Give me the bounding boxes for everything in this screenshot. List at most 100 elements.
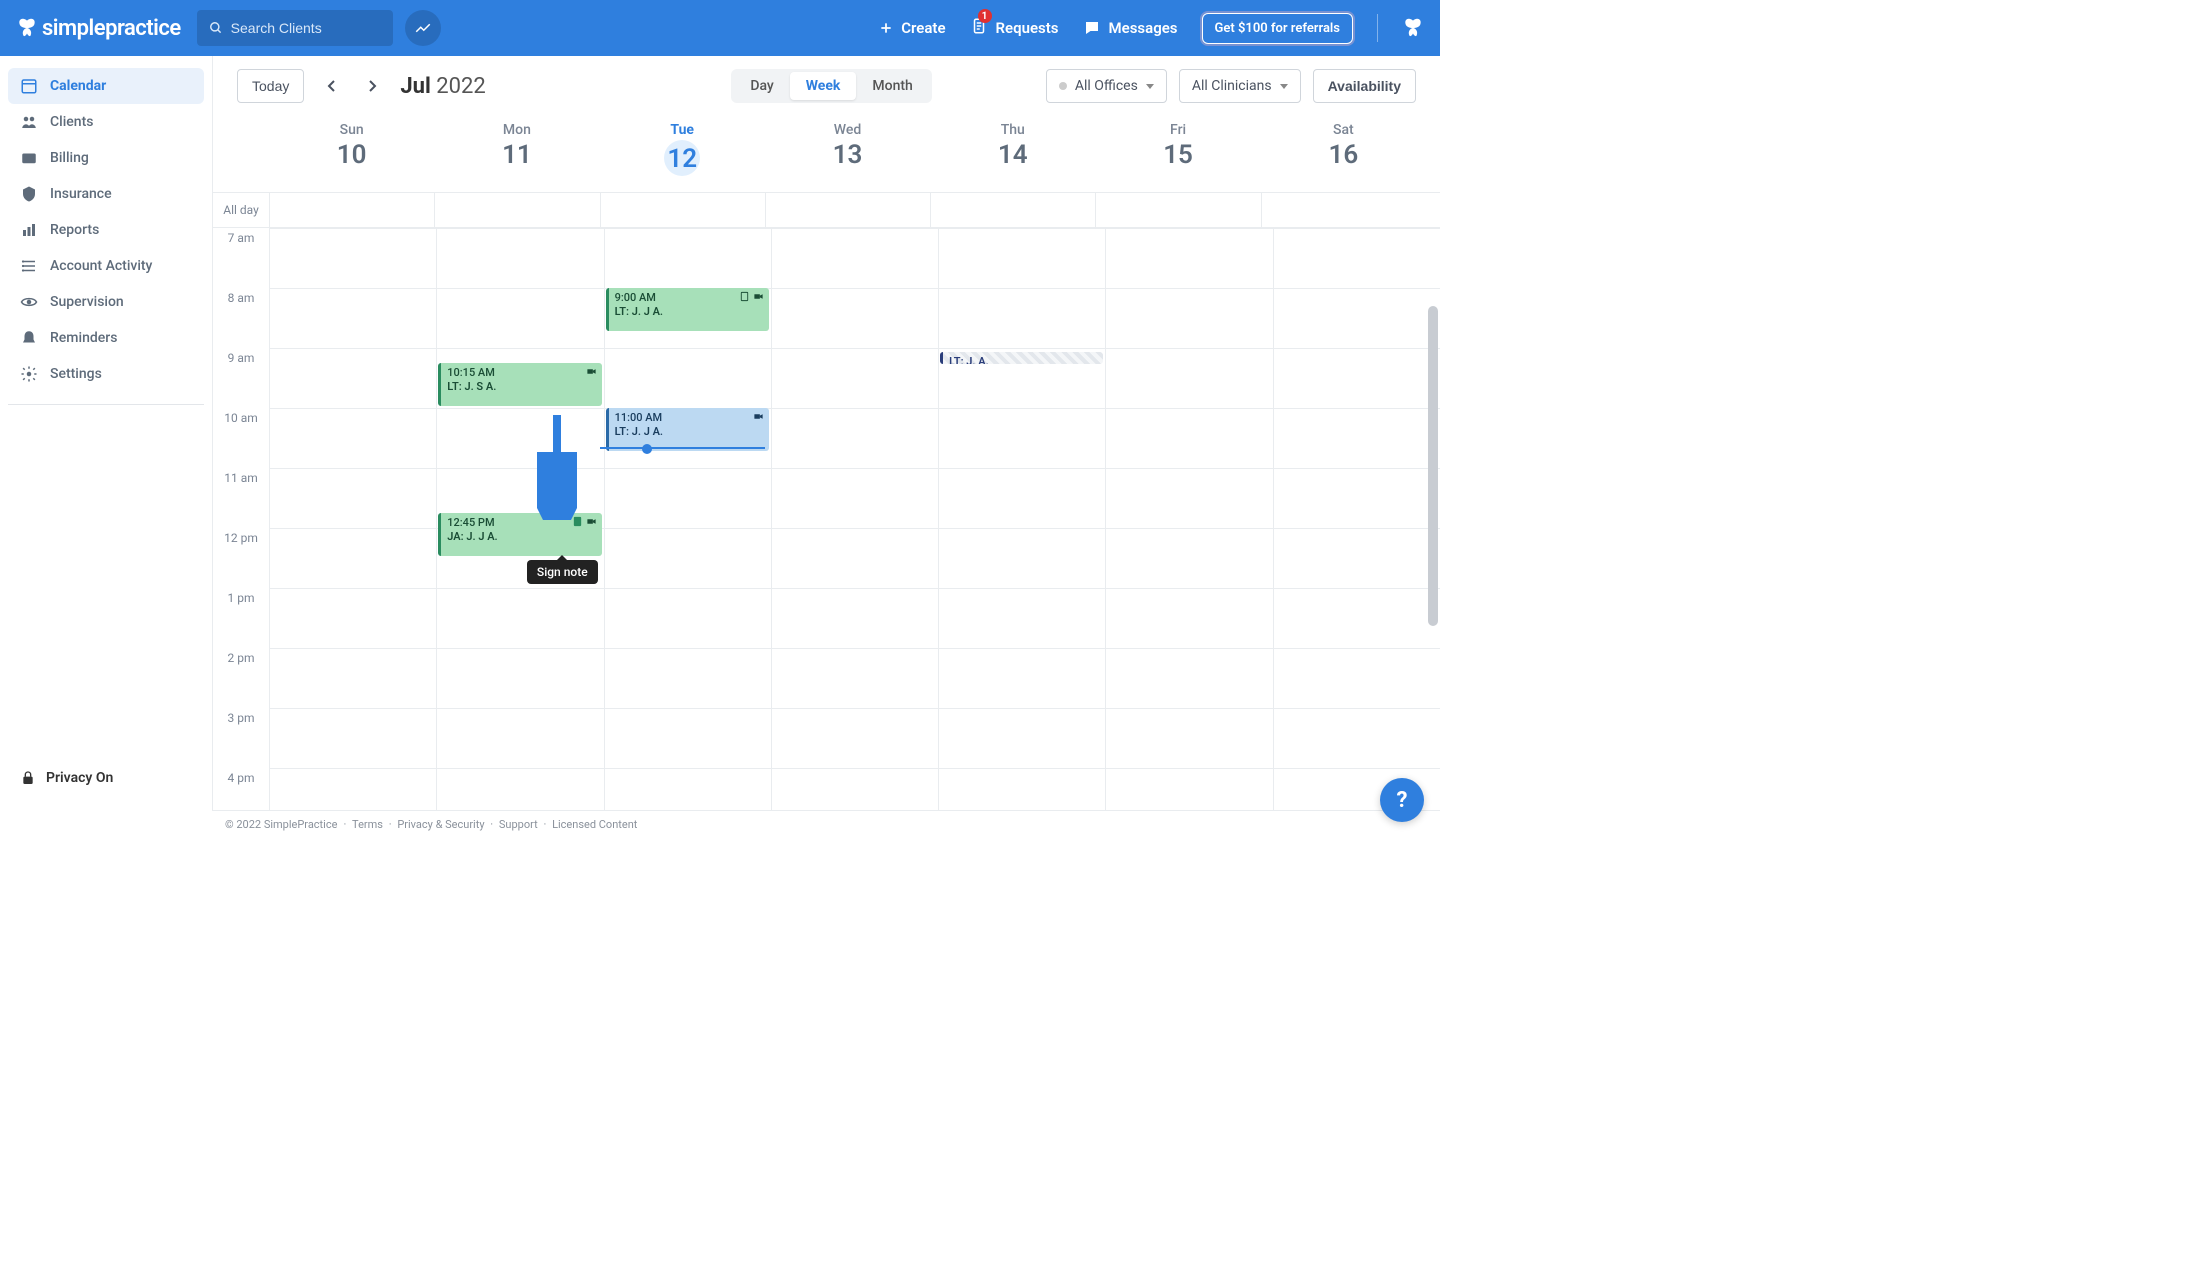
time-slot[interactable] bbox=[604, 468, 771, 528]
search-input[interactable] bbox=[231, 20, 381, 36]
allday-cell[interactable] bbox=[930, 193, 1095, 227]
time-slot[interactable] bbox=[771, 528, 938, 588]
time-slot[interactable] bbox=[436, 768, 603, 810]
time-slot[interactable] bbox=[269, 288, 436, 348]
sidebar-item-billing[interactable]: Billing bbox=[8, 140, 204, 176]
time-slot[interactable] bbox=[771, 648, 938, 708]
time-slot[interactable] bbox=[269, 468, 436, 528]
time-slot[interactable] bbox=[436, 648, 603, 708]
availability-button[interactable]: Availability bbox=[1313, 69, 1416, 103]
today-button[interactable]: Today bbox=[237, 69, 304, 103]
time-slot[interactable] bbox=[771, 468, 938, 528]
time-slot[interactable] bbox=[1273, 228, 1440, 288]
time-slot[interactable] bbox=[1273, 288, 1440, 348]
time-slot[interactable] bbox=[1105, 588, 1272, 648]
time-slot[interactable] bbox=[1105, 228, 1272, 288]
time-slot[interactable] bbox=[1105, 468, 1272, 528]
time-slot[interactable] bbox=[1273, 528, 1440, 588]
privacy-toggle[interactable]: Privacy On bbox=[8, 758, 204, 798]
help-button[interactable]: ? bbox=[1380, 778, 1424, 822]
time-slot[interactable] bbox=[1273, 348, 1440, 408]
day-header[interactable]: Tue12 bbox=[600, 116, 765, 192]
time-slot[interactable] bbox=[604, 768, 771, 810]
footer-link[interactable]: Licensed Content bbox=[552, 818, 637, 831]
offices-filter[interactable]: All Offices bbox=[1046, 69, 1167, 103]
time-slot[interactable] bbox=[771, 348, 938, 408]
view-month[interactable]: Month bbox=[856, 72, 928, 100]
search-box[interactable] bbox=[197, 10, 393, 46]
next-button[interactable] bbox=[358, 79, 388, 93]
calendar-event[interactable]: 9:00 AMLT: J. J A. bbox=[606, 288, 769, 331]
time-slot[interactable] bbox=[1273, 708, 1440, 768]
time-slot[interactable] bbox=[1105, 708, 1272, 768]
calendar-event[interactable]: 10:15 AMLT: J. S A. bbox=[438, 363, 601, 406]
scrollbar[interactable] bbox=[1426, 306, 1440, 780]
sidebar-item-reports[interactable]: Reports bbox=[8, 212, 204, 248]
time-slot[interactable] bbox=[1105, 348, 1272, 408]
footer-link[interactable]: Support bbox=[499, 818, 538, 831]
allday-cell[interactable] bbox=[434, 193, 599, 227]
time-slot[interactable] bbox=[938, 408, 1105, 468]
time-slot[interactable] bbox=[269, 708, 436, 768]
allday-cell[interactable] bbox=[1095, 193, 1260, 227]
time-slot[interactable] bbox=[604, 528, 771, 588]
brand-logo[interactable]: simplepractice bbox=[16, 16, 181, 41]
day-header[interactable]: Wed13 bbox=[765, 116, 930, 192]
time-slot[interactable] bbox=[269, 588, 436, 648]
prev-button[interactable] bbox=[316, 79, 346, 93]
sidebar-item-insurance[interactable]: Insurance bbox=[8, 176, 204, 212]
view-day[interactable]: Day bbox=[734, 72, 789, 100]
time-grid[interactable]: 7 am8 am9 am10 am11 am12 pm1 pm2 pm3 pm4… bbox=[213, 228, 1440, 810]
analytics-button[interactable] bbox=[405, 10, 441, 46]
calendar-event[interactable]: LT: J. A. bbox=[940, 352, 1103, 364]
messages-button[interactable]: Messages bbox=[1083, 19, 1178, 37]
time-slot[interactable] bbox=[938, 528, 1105, 588]
time-slot[interactable] bbox=[436, 228, 603, 288]
time-slot[interactable] bbox=[938, 708, 1105, 768]
time-slot[interactable] bbox=[269, 408, 436, 468]
time-slot[interactable] bbox=[938, 468, 1105, 528]
time-slot[interactable] bbox=[436, 288, 603, 348]
sidebar-item-reminders[interactable]: Reminders bbox=[8, 320, 204, 356]
time-slot[interactable] bbox=[1105, 768, 1272, 810]
day-header[interactable]: Mon11 bbox=[434, 116, 599, 192]
time-slot[interactable] bbox=[771, 708, 938, 768]
time-slot[interactable] bbox=[1273, 408, 1440, 468]
sidebar-item-settings[interactable]: Settings bbox=[8, 356, 204, 392]
time-slot[interactable] bbox=[938, 588, 1105, 648]
time-slot[interactable] bbox=[269, 648, 436, 708]
time-slot[interactable] bbox=[1273, 648, 1440, 708]
time-slot[interactable] bbox=[436, 588, 603, 648]
time-slot[interactable] bbox=[771, 408, 938, 468]
time-slot[interactable] bbox=[1273, 468, 1440, 528]
requests-button[interactable]: 1 Requests bbox=[970, 17, 1059, 39]
time-slot[interactable] bbox=[1273, 588, 1440, 648]
allday-cell[interactable] bbox=[600, 193, 765, 227]
allday-cell[interactable] bbox=[1261, 193, 1426, 227]
time-slot[interactable] bbox=[604, 708, 771, 768]
allday-cell[interactable] bbox=[269, 193, 434, 227]
time-slot[interactable] bbox=[604, 648, 771, 708]
time-slot[interactable] bbox=[771, 588, 938, 648]
day-header[interactable]: Thu14 bbox=[930, 116, 1095, 192]
time-slot[interactable] bbox=[938, 648, 1105, 708]
calendar-event[interactable]: 11:00 AMLT: J. J A. bbox=[606, 408, 769, 451]
time-slot[interactable] bbox=[938, 288, 1105, 348]
clinicians-filter[interactable]: All Clinicians bbox=[1179, 69, 1301, 103]
time-slot[interactable] bbox=[269, 768, 436, 810]
sidebar-item-clients[interactable]: Clients bbox=[8, 104, 204, 140]
time-slot[interactable] bbox=[771, 228, 938, 288]
time-slot[interactable] bbox=[604, 348, 771, 408]
time-slot[interactable] bbox=[604, 228, 771, 288]
day-header[interactable]: Fri15 bbox=[1095, 116, 1260, 192]
sidebar-item-supervision[interactable]: Supervision bbox=[8, 284, 204, 320]
time-slot[interactable] bbox=[436, 708, 603, 768]
footer-link[interactable]: Privacy & Security bbox=[397, 818, 484, 831]
footer-link[interactable]: Terms bbox=[352, 818, 383, 831]
calendar-event[interactable]: 12:45 PMJA: J. J A. bbox=[438, 513, 601, 556]
create-button[interactable]: Create bbox=[879, 19, 945, 37]
time-slot[interactable] bbox=[771, 288, 938, 348]
day-header[interactable]: Sun10 bbox=[269, 116, 434, 192]
allday-cell[interactable] bbox=[765, 193, 930, 227]
time-slot[interactable] bbox=[1105, 408, 1272, 468]
